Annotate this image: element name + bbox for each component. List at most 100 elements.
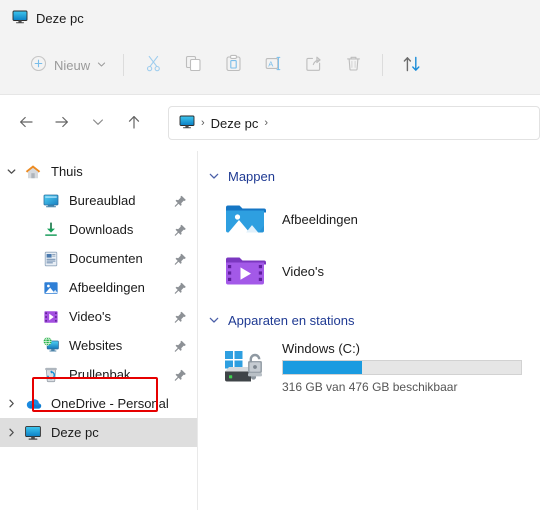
chevron-down-icon (97, 58, 106, 72)
cut-button[interactable] (133, 48, 173, 82)
sidebar-item-label: Documenten (69, 251, 143, 266)
pin-icon[interactable] (174, 194, 187, 207)
sidebar-item-label: Deze pc (51, 425, 99, 440)
address-row: › Deze pc › (0, 95, 540, 151)
plus-circle-icon (30, 55, 47, 75)
forward-button[interactable] (46, 107, 78, 139)
windows-drive-icon (222, 341, 268, 387)
tab-strip: Deze pc (0, 0, 540, 36)
pin-icon[interactable] (174, 339, 187, 352)
breadcrumb-deze-pc[interactable]: Deze pc (211, 116, 259, 131)
drive-name: Windows (C:) (282, 341, 361, 356)
scissors-icon (144, 54, 163, 76)
pin-icon[interactable] (174, 223, 187, 236)
folder-name: Afbeeldingen (282, 211, 358, 227)
toolbar-separator-1 (123, 54, 125, 76)
sidebar-item-downloads[interactable]: Downloads (0, 215, 197, 244)
group-title: Apparaten en stations (228, 312, 355, 328)
paste-icon (224, 54, 243, 76)
sidebar-item-label: Downloads (69, 222, 134, 237)
videos-folder-icon (222, 253, 268, 289)
navigation-pane: Thuis Bureaublad Downloads Documenten Af… (0, 151, 198, 510)
toolbar-separator-2 (382, 54, 384, 76)
onedrive-icon (22, 394, 44, 413)
group-header-mappen[interactable]: Mappen (208, 165, 540, 187)
drive-capacity-fill (283, 361, 362, 374)
sidebar-item-label: Prullenbak (69, 367, 131, 382)
desktop-icon (40, 192, 62, 210)
share-button[interactable] (293, 48, 333, 82)
pin-icon[interactable] (174, 281, 187, 294)
folder-tile-afbeeldingen[interactable]: Afbeeldingen (208, 193, 540, 245)
drive-info: Windows (C:) 316 GB van 476 GB beschikba… (282, 341, 540, 394)
downloads-icon (40, 221, 62, 239)
this-pc-monitor-icon (179, 114, 195, 133)
chevron-collapsed-icon[interactable] (0, 427, 22, 438)
drive-capacity-text: 316 GB van 476 GB beschikbaar (282, 380, 458, 394)
sidebar-item-videos[interactable]: Video's (0, 302, 197, 331)
sidebar-item-label: Video's (69, 309, 111, 324)
drive-capacity-meter (282, 360, 522, 375)
this-pc-monitor-icon (22, 424, 44, 442)
content-pane: Mappen Afbeeldingen Video's Apparaten en… (198, 151, 540, 510)
sidebar-item-thuis[interactable]: Thuis (0, 157, 197, 186)
share-icon (304, 54, 323, 76)
sidebar-item-label: Websites (69, 338, 123, 353)
drive-tile-windows-c[interactable]: Windows (C:) 316 GB van 476 GB beschikba… (208, 337, 540, 394)
file-explorer-window: Deze pc Nieuw A › Deze pc › Thuis Bureau… (0, 0, 540, 510)
chevron-expanded-icon[interactable] (208, 314, 220, 326)
chevron-expanded-icon[interactable] (0, 166, 22, 177)
sidebar-item-label: Afbeeldingen (69, 280, 145, 295)
delete-button[interactable] (333, 48, 373, 82)
chevron-down-icon (91, 115, 105, 132)
back-button[interactable] (10, 107, 42, 139)
pictures-icon (40, 279, 62, 297)
pin-icon[interactable] (174, 368, 187, 381)
up-button[interactable] (118, 107, 150, 139)
sidebar-item-prullenbak[interactable]: Prullenbak (0, 360, 197, 389)
pin-icon[interactable] (174, 252, 187, 265)
paste-button[interactable] (213, 48, 253, 82)
sidebar-item-bureaublad[interactable]: Bureaublad (0, 186, 197, 215)
sidebar-item-label: Bureaublad (69, 193, 136, 208)
sidebar-item-label: Thuis (51, 164, 83, 179)
new-button[interactable]: Nieuw (22, 49, 114, 81)
pin-icon[interactable] (174, 310, 187, 323)
rename-icon: A (264, 54, 283, 76)
chevron-expanded-icon[interactable] (208, 170, 220, 182)
breadcrumb-separator-trailing[interactable]: › (264, 117, 268, 129)
sidebar-item-documenten[interactable]: Documenten (0, 244, 197, 273)
tab-label: Deze pc (36, 10, 84, 26)
videos-icon (40, 308, 62, 326)
websites-icon (40, 336, 62, 355)
this-pc-monitor-icon (12, 9, 28, 28)
rename-button[interactable]: A (253, 48, 293, 82)
arrow-up-icon (125, 113, 143, 134)
tab-deze-pc[interactable]: Deze pc (0, 3, 94, 33)
sort-arrows-icon (401, 53, 423, 78)
sort-button[interactable] (392, 48, 432, 82)
group-header-apparaten[interactable]: Apparaten en stations (208, 309, 540, 331)
recycle-bin-icon (40, 366, 62, 384)
arrow-right-icon (53, 113, 71, 134)
sidebar-item-onedrive[interactable]: OneDrive - Personal (0, 389, 197, 418)
recent-locations-button[interactable] (82, 107, 114, 139)
sidebar-item-afbeeldingen[interactable]: Afbeeldingen (0, 273, 197, 302)
copy-button[interactable] (173, 48, 213, 82)
svg-text:A: A (268, 59, 274, 68)
home-icon (22, 163, 44, 181)
documents-icon (40, 250, 62, 268)
sidebar-item-websites[interactable]: Websites (0, 331, 197, 360)
arrow-left-icon (17, 113, 35, 134)
new-button-label: Nieuw (54, 57, 91, 73)
breadcrumb-separator[interactable]: › (201, 117, 205, 129)
group-title: Mappen (228, 168, 275, 184)
copy-icon (184, 54, 203, 76)
command-toolbar: Nieuw A (0, 36, 540, 95)
sidebar-item-deze-pc[interactable]: Deze pc (0, 418, 197, 447)
trash-icon (344, 54, 363, 76)
pictures-folder-icon (222, 201, 268, 237)
address-bar[interactable]: › Deze pc › (168, 106, 540, 140)
folder-tile-videos[interactable]: Video's (208, 245, 540, 297)
chevron-collapsed-icon[interactable] (0, 398, 22, 409)
